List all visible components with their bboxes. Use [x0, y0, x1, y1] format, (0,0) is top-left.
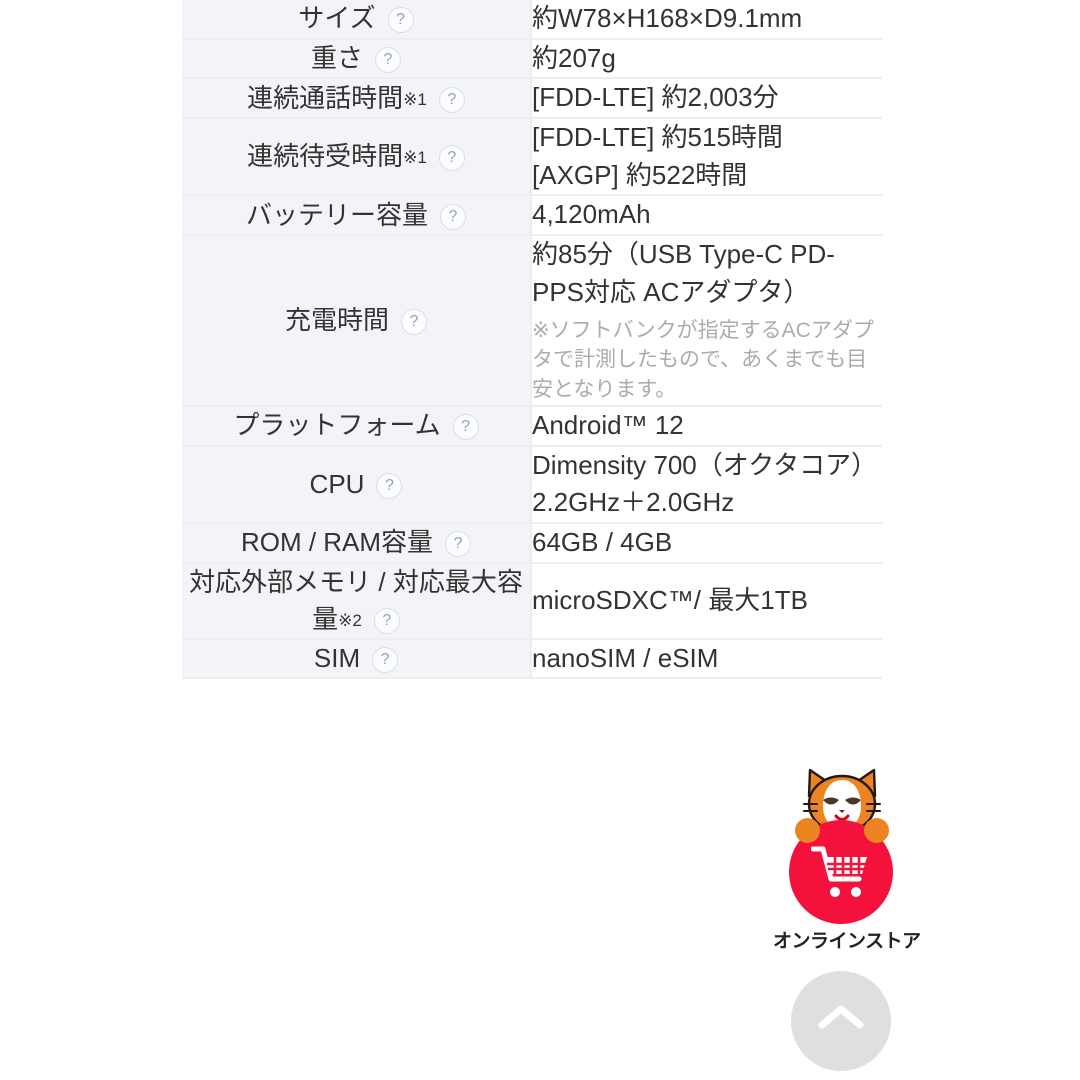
- spec-label-cell: ROM / RAM容量?: [182, 523, 532, 564]
- help-icon[interactable]: ?: [440, 203, 466, 230]
- spec-value-line: Dimensity 700（オクタコア）2.2GHz＋2.0GHz: [532, 449, 878, 518]
- spec-label-cell: バッテリー容量?: [182, 195, 532, 237]
- spec-row: 連続待受時間※1? [FDD-LTE] 約515時間 [AXGP] 約522時間: [182, 118, 882, 197]
- spec-label-text: サイズ: [298, 3, 376, 34]
- spec-value-cell: 約W78×H168×D9.1mm: [531, 0, 882, 40]
- spec-label-cell: SIM?: [182, 638, 532, 680]
- spec-value-line: microSDXC™/ 最大1TB: [532, 584, 808, 615]
- spec-row: SIM? nanoSIM / eSIM: [182, 638, 882, 680]
- spec-value-line: nanoSIM / eSIM: [532, 642, 719, 673]
- spec-label-text: CPU: [309, 468, 365, 499]
- spec-value-lines: microSDXC™/ 最大1TB: [532, 582, 882, 620]
- spec-label-cell: 重さ?: [182, 38, 532, 80]
- spec-row: 充電時間? 約85分（USB Type-C PD-PPS対応 ACアダプタ） ※ソフ…: [182, 235, 882, 407]
- spec-label-cell: 充電時間?: [182, 235, 532, 407]
- shopping-cart-icon: [811, 846, 867, 897]
- spec-value-cell: [FDD-LTE] 約2,003分: [531, 78, 882, 120]
- spec-label-text: ROM / RAM容量: [240, 527, 434, 558]
- help-icon[interactable]: ?: [452, 414, 479, 441]
- spec-row: CPU? Dimensity 700（オクタコア）2.2GHz＋2.0GHz: [182, 445, 882, 525]
- specifications-table: サイズ? 約W78×H168×D9.1mm 重さ? 約207g 連続通話時間※1? [FD…: [182, 0, 882, 680]
- spec-label-text: バッテリー容量: [245, 199, 428, 230]
- spec-label-text: 重さ: [310, 43, 363, 74]
- cat-paw-right-icon: [864, 818, 889, 843]
- spec-value-line: 約W78×H168×D9.1mm: [532, 3, 803, 33]
- spec-label-cell: サイズ?: [182, 0, 532, 40]
- spec-value-lines: nanoSIM / eSIM: [532, 640, 882, 678]
- help-icon[interactable]: ?: [376, 472, 403, 499]
- spec-label-cell: プラットフォーム?: [182, 405, 532, 447]
- spec-row: バッテリー容量? 4,120mAh: [182, 195, 882, 237]
- spec-value-cell: Android™ 12: [531, 405, 882, 447]
- spec-value-cell: 4,120mAh: [531, 195, 882, 237]
- cat-paw-left-icon: [795, 818, 820, 843]
- help-icon[interactable]: ?: [372, 646, 399, 673]
- spec-label-text: 連続通話時間: [247, 82, 404, 113]
- spec-label-text: プラットフォーム: [233, 410, 441, 441]
- spec-label-footnote: ※1: [403, 148, 427, 168]
- spec-value-cell: microSDXC™/ 最大1TB: [531, 562, 882, 640]
- spec-value-cell: [FDD-LTE] 約515時間 [AXGP] 約522時間: [531, 118, 882, 197]
- spec-label-cell: 対応外部メモリ / 対応最大容量※2?: [182, 562, 532, 640]
- spec-label-text: 連続待受時間: [247, 141, 404, 172]
- spec-value-lines: 約207g: [532, 40, 882, 78]
- spec-row: 連続通話時間※1? [FDD-LTE] 約2,003分: [182, 78, 882, 120]
- spec-label-cell: 連続通話時間※1?: [182, 78, 532, 120]
- spec-value-line: 64GB / 4GB: [532, 527, 673, 557]
- spec-value-line: [FDD-LTE] 約2,003分: [532, 82, 779, 113]
- spec-value-cell: 約207g: [531, 38, 882, 80]
- spec-label-footnote: ※2: [338, 610, 362, 630]
- help-icon[interactable]: ?: [438, 86, 465, 113]
- help-icon[interactable]: ?: [373, 607, 400, 634]
- spec-label-text: 充電時間: [284, 305, 389, 336]
- spec-value-line: [AXGP] 約522時間: [532, 159, 748, 190]
- online-store-fab[interactable]: オンラインストア: [773, 766, 921, 952]
- spec-row: ROM / RAM容量? 64GB / 4GB: [182, 523, 882, 564]
- spec-value-lines: 4,120mAh: [532, 196, 882, 234]
- scroll-to-top-button[interactable]: [791, 971, 891, 1071]
- help-icon[interactable]: ?: [387, 7, 414, 34]
- spec-label-footnote: ※1: [403, 89, 427, 109]
- help-icon[interactable]: ?: [375, 47, 401, 74]
- spec-value-cell: 約85分（USB Type-C PD-PPS対応 ACアダプタ） ※ソフトバンクが…: [531, 235, 882, 407]
- spec-value-lines: 約W78×H168×D9.1mm: [532, 0, 882, 38]
- spec-value-line: 4,120mAh: [532, 199, 651, 230]
- spec-row: 対応外部メモリ / 対応最大容量※2? microSDXC™/ 最大1TB: [182, 562, 882, 640]
- online-store-label: オンラインストア: [773, 931, 921, 952]
- spec-value-lines: 64GB / 4GB: [532, 524, 882, 562]
- chevron-up-icon: [818, 1005, 864, 1029]
- spec-value-cell: Dimensity 700（オクタコア）2.2GHz＋2.0GHz: [531, 445, 882, 525]
- spec-value-lines: [FDD-LTE] 約2,003分: [532, 79, 882, 117]
- spec-label-cell: 連続待受時間※1?: [182, 118, 532, 197]
- spec-row: 重さ? 約207g: [182, 38, 882, 80]
- spec-value-line: Android™ 12: [532, 409, 684, 440]
- spec-row: サイズ? 約W78×H168×D9.1mm: [182, 0, 882, 40]
- spec-value-line: 約85分（USB Type-C PD-PPS対応 ACアダプタ）: [532, 239, 835, 307]
- spec-row: プラットフォーム? Android™ 12: [182, 405, 882, 447]
- help-icon[interactable]: ?: [438, 145, 465, 172]
- help-icon[interactable]: ?: [445, 531, 472, 558]
- spec-value-line: [FDD-LTE] 約515時間: [532, 122, 783, 153]
- spec-value-cell: nanoSIM / eSIM: [531, 638, 882, 680]
- help-icon[interactable]: ?: [401, 309, 427, 336]
- spec-label-text: SIM: [313, 642, 361, 673]
- spec-label-cell: CPU?: [182, 445, 532, 525]
- spec-value-note: ※ソフトバンクが指定するACアダプタで計測したもので、あくまでも目安となります。: [532, 318, 874, 402]
- spec-value-lines: Dimensity 700（オクタコア）2.2GHz＋2.0GHz: [532, 447, 882, 522]
- spec-value-lines: 約85分（USB Type-C PD-PPS対応 ACアダプタ）: [532, 236, 882, 311]
- spec-table-container: サイズ? 約W78×H168×D9.1mm 重さ? 約207g 連続通話時間※1? [FD…: [182, 0, 882, 680]
- spec-value-line: 約207g: [532, 42, 616, 73]
- spec-value-lines: [FDD-LTE] 約515時間 [AXGP] 約522時間: [532, 119, 882, 194]
- spec-value-lines: Android™ 12: [532, 407, 882, 445]
- spec-value-cell: 64GB / 4GB: [531, 523, 882, 564]
- spec-table-body: サイズ? 約W78×H168×D9.1mm 重さ? 約207g 連続通話時間※1? [FD…: [182, 0, 882, 680]
